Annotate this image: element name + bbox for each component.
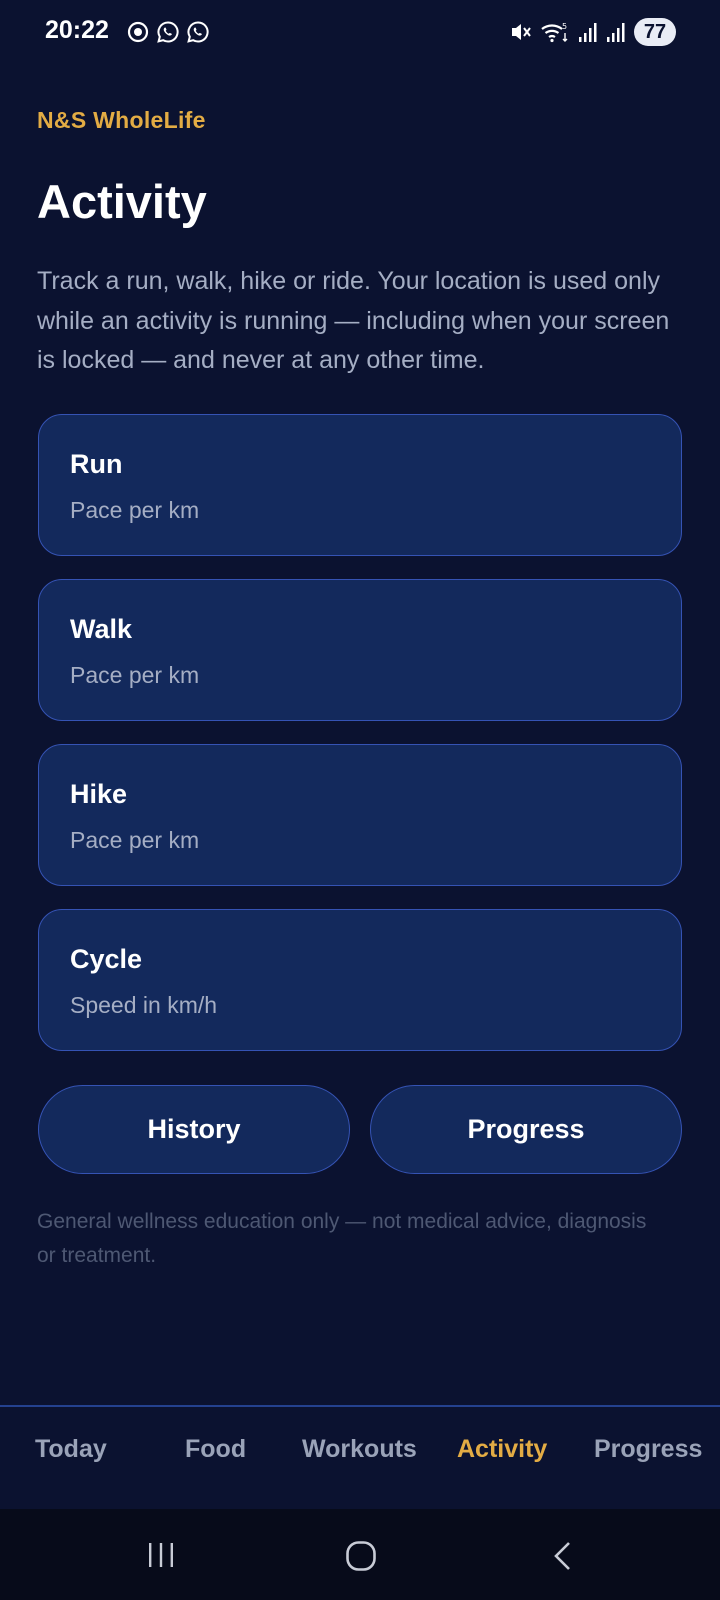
system-navigation-bar — [0, 1509, 720, 1600]
activity-card-cycle[interactable]: Cycle Speed in km/h — [38, 909, 682, 1051]
mute-icon — [510, 20, 532, 44]
card-subtitle: Pace per km — [70, 827, 200, 853]
tab-today[interactable]: Today — [35, 1435, 107, 1464]
activity-card-walk[interactable]: Walk Pace per km — [38, 579, 682, 721]
brand-name: N&S WholeLife — [37, 107, 206, 133]
tab-progress[interactable]: Progress — [594, 1435, 702, 1464]
disclaimer-text: General wellness education only — not me… — [37, 1210, 647, 1267]
card-title: Run — [70, 449, 123, 479]
signal-icon — [578, 21, 598, 43]
status-bar: 20:22 5 77 — [0, 0, 720, 64]
card-subtitle: Pace per km — [70, 662, 200, 688]
activity-card-run[interactable]: Run Pace per km — [38, 414, 682, 556]
history-button[interactable]: History — [38, 1085, 350, 1174]
wifi-5g-icon: 5 — [540, 20, 570, 44]
whatsapp-icon — [156, 20, 180, 44]
card-subtitle: Pace per km — [70, 497, 200, 523]
signal-icon — [606, 21, 626, 43]
card-title: Walk — [70, 614, 133, 644]
tab-workouts[interactable]: Workouts — [302, 1435, 417, 1464]
tab-activity[interactable]: Activity — [457, 1435, 547, 1464]
bottom-tab-bar: Today Food Workouts Activity Progress — [0, 1405, 720, 1511]
status-right-icons: 5 77 — [510, 18, 676, 46]
activity-card-hike[interactable]: Hike Pace per km — [38, 744, 682, 886]
status-left-icons — [126, 20, 210, 44]
whatsapp-icon — [186, 20, 210, 44]
svg-text:5: 5 — [562, 22, 567, 31]
card-title: Cycle — [70, 944, 143, 974]
card-title: Hike — [70, 779, 128, 809]
battery-indicator: 77 — [634, 18, 676, 46]
intro-text: Track a run, walk, hike or ride. Your lo… — [37, 267, 670, 374]
card-subtitle: Speed in km/h — [70, 992, 218, 1018]
tab-food[interactable]: Food — [185, 1435, 246, 1464]
status-time: 20:22 — [45, 16, 109, 44]
page-title: Activity — [37, 175, 207, 228]
progress-button[interactable]: Progress — [370, 1085, 682, 1174]
screen-record-icon — [126, 20, 150, 44]
